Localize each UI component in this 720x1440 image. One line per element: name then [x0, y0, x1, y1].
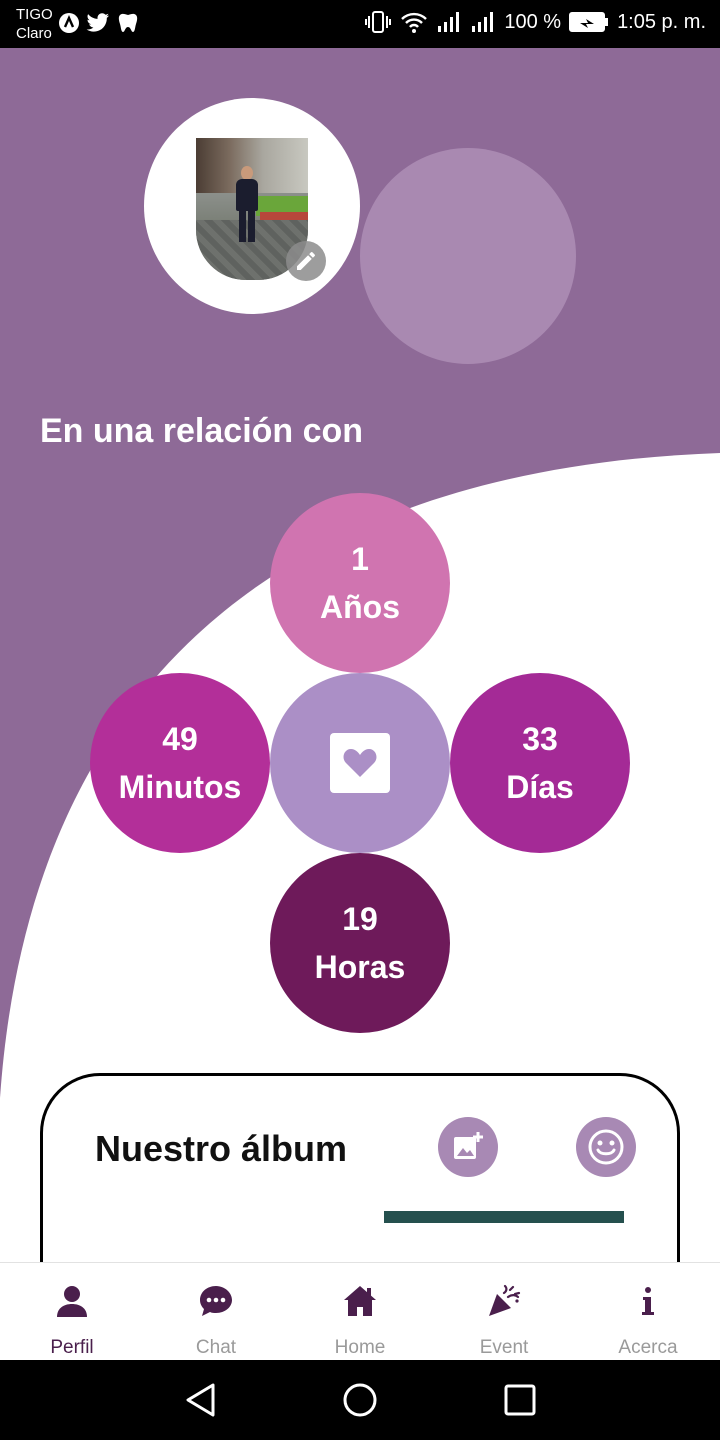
- days-counter: 33 Días: [450, 673, 630, 853]
- add-photo-button[interactable]: [438, 1117, 498, 1177]
- minutes-counter: 49 Minutos: [90, 673, 270, 853]
- notification-icons: [58, 12, 140, 34]
- hours-label: Horas: [314, 949, 406, 985]
- tooth-icon: [118, 13, 138, 33]
- signal-icon-1: [438, 12, 460, 32]
- battery-percent: 100 %: [504, 11, 562, 33]
- nav-label-event: Event: [479, 1337, 529, 1358]
- heart-icon: [343, 749, 377, 777]
- battery-charging-icon: [569, 12, 609, 32]
- home-circle-icon: [343, 1383, 377, 1417]
- smiley-icon: [588, 1129, 624, 1165]
- profile-screen[interactable]: En una relación con 1 Años 49 Minutos 33…: [0, 48, 720, 1262]
- carrier-claro: Claro: [16, 25, 52, 42]
- heart-square: [330, 733, 390, 793]
- recents-button[interactable]: [502, 1382, 538, 1418]
- nav-item-acerca[interactable]: Acerca: [576, 1263, 720, 1361]
- nav-item-event[interactable]: Event: [432, 1263, 576, 1361]
- hours-value: 19: [342, 901, 378, 937]
- minutes-label: Minutos: [118, 769, 242, 805]
- chat-icon: [196, 1281, 236, 1321]
- recents-square-icon: [504, 1384, 536, 1416]
- pencil-icon: [297, 252, 315, 270]
- nav-label-chat: Chat: [195, 1337, 237, 1358]
- days-value: 33: [522, 721, 558, 757]
- carrier-tigo: TIGO: [16, 6, 53, 23]
- user-avatar[interactable]: [144, 98, 360, 314]
- nav-label-perfil: Perfil: [50, 1337, 94, 1358]
- album-title: Nuestro álbum: [95, 1128, 348, 1169]
- bottom-navigation: Perfil Chat Home Event Acerca: [0, 1262, 720, 1360]
- info-icon: [628, 1281, 668, 1321]
- days-label: Días: [506, 769, 574, 805]
- nav-item-home[interactable]: Home: [288, 1263, 432, 1361]
- person-icon: [52, 1281, 92, 1321]
- add-photo-icon: [454, 1132, 483, 1159]
- album-card: Nuestro álbum: [40, 1073, 680, 1262]
- nav-item-perfil[interactable]: Perfil: [0, 1263, 144, 1361]
- status-bar: TIGO Claro 100 % 1:05 p. m.: [0, 0, 720, 48]
- wifi-icon: [401, 12, 428, 33]
- twitter-icon: [86, 13, 109, 32]
- home-system-button[interactable]: [342, 1382, 378, 1418]
- years-value: 1: [351, 541, 369, 577]
- vibrate-icon: [365, 11, 392, 33]
- carrier-label: TIGO Claro: [16, 5, 53, 43]
- system-status-icons: 100 % 1:05 p. m.: [364, 10, 706, 34]
- heart-center[interactable]: [270, 673, 450, 853]
- back-triangle-icon: [186, 1383, 215, 1417]
- album-photo-preview[interactable]: [384, 1211, 624, 1223]
- years-counter: 1 Años: [270, 493, 450, 673]
- edit-photo-button[interactable]: [286, 241, 326, 281]
- emoji-button[interactable]: [576, 1117, 636, 1177]
- nav-item-chat[interactable]: Chat: [144, 1263, 288, 1361]
- partner-avatar[interactable]: [360, 148, 576, 364]
- hours-counter: 19 Horas: [270, 853, 450, 1033]
- years-label: Años: [320, 589, 400, 625]
- relation-title: En una relación con: [40, 412, 364, 450]
- back-button[interactable]: [182, 1382, 218, 1418]
- clock: 1:05 p. m.: [617, 11, 706, 33]
- app-notification-icon: [59, 13, 79, 33]
- party-popper-icon: [484, 1281, 524, 1321]
- home-icon: [340, 1281, 380, 1321]
- nav-label-acerca: Acerca: [618, 1337, 678, 1358]
- nav-label-home: Home: [334, 1337, 386, 1358]
- minutes-value: 49: [162, 721, 198, 757]
- system-navigation-bar: [0, 1360, 720, 1440]
- signal-icon-2: [472, 12, 494, 32]
